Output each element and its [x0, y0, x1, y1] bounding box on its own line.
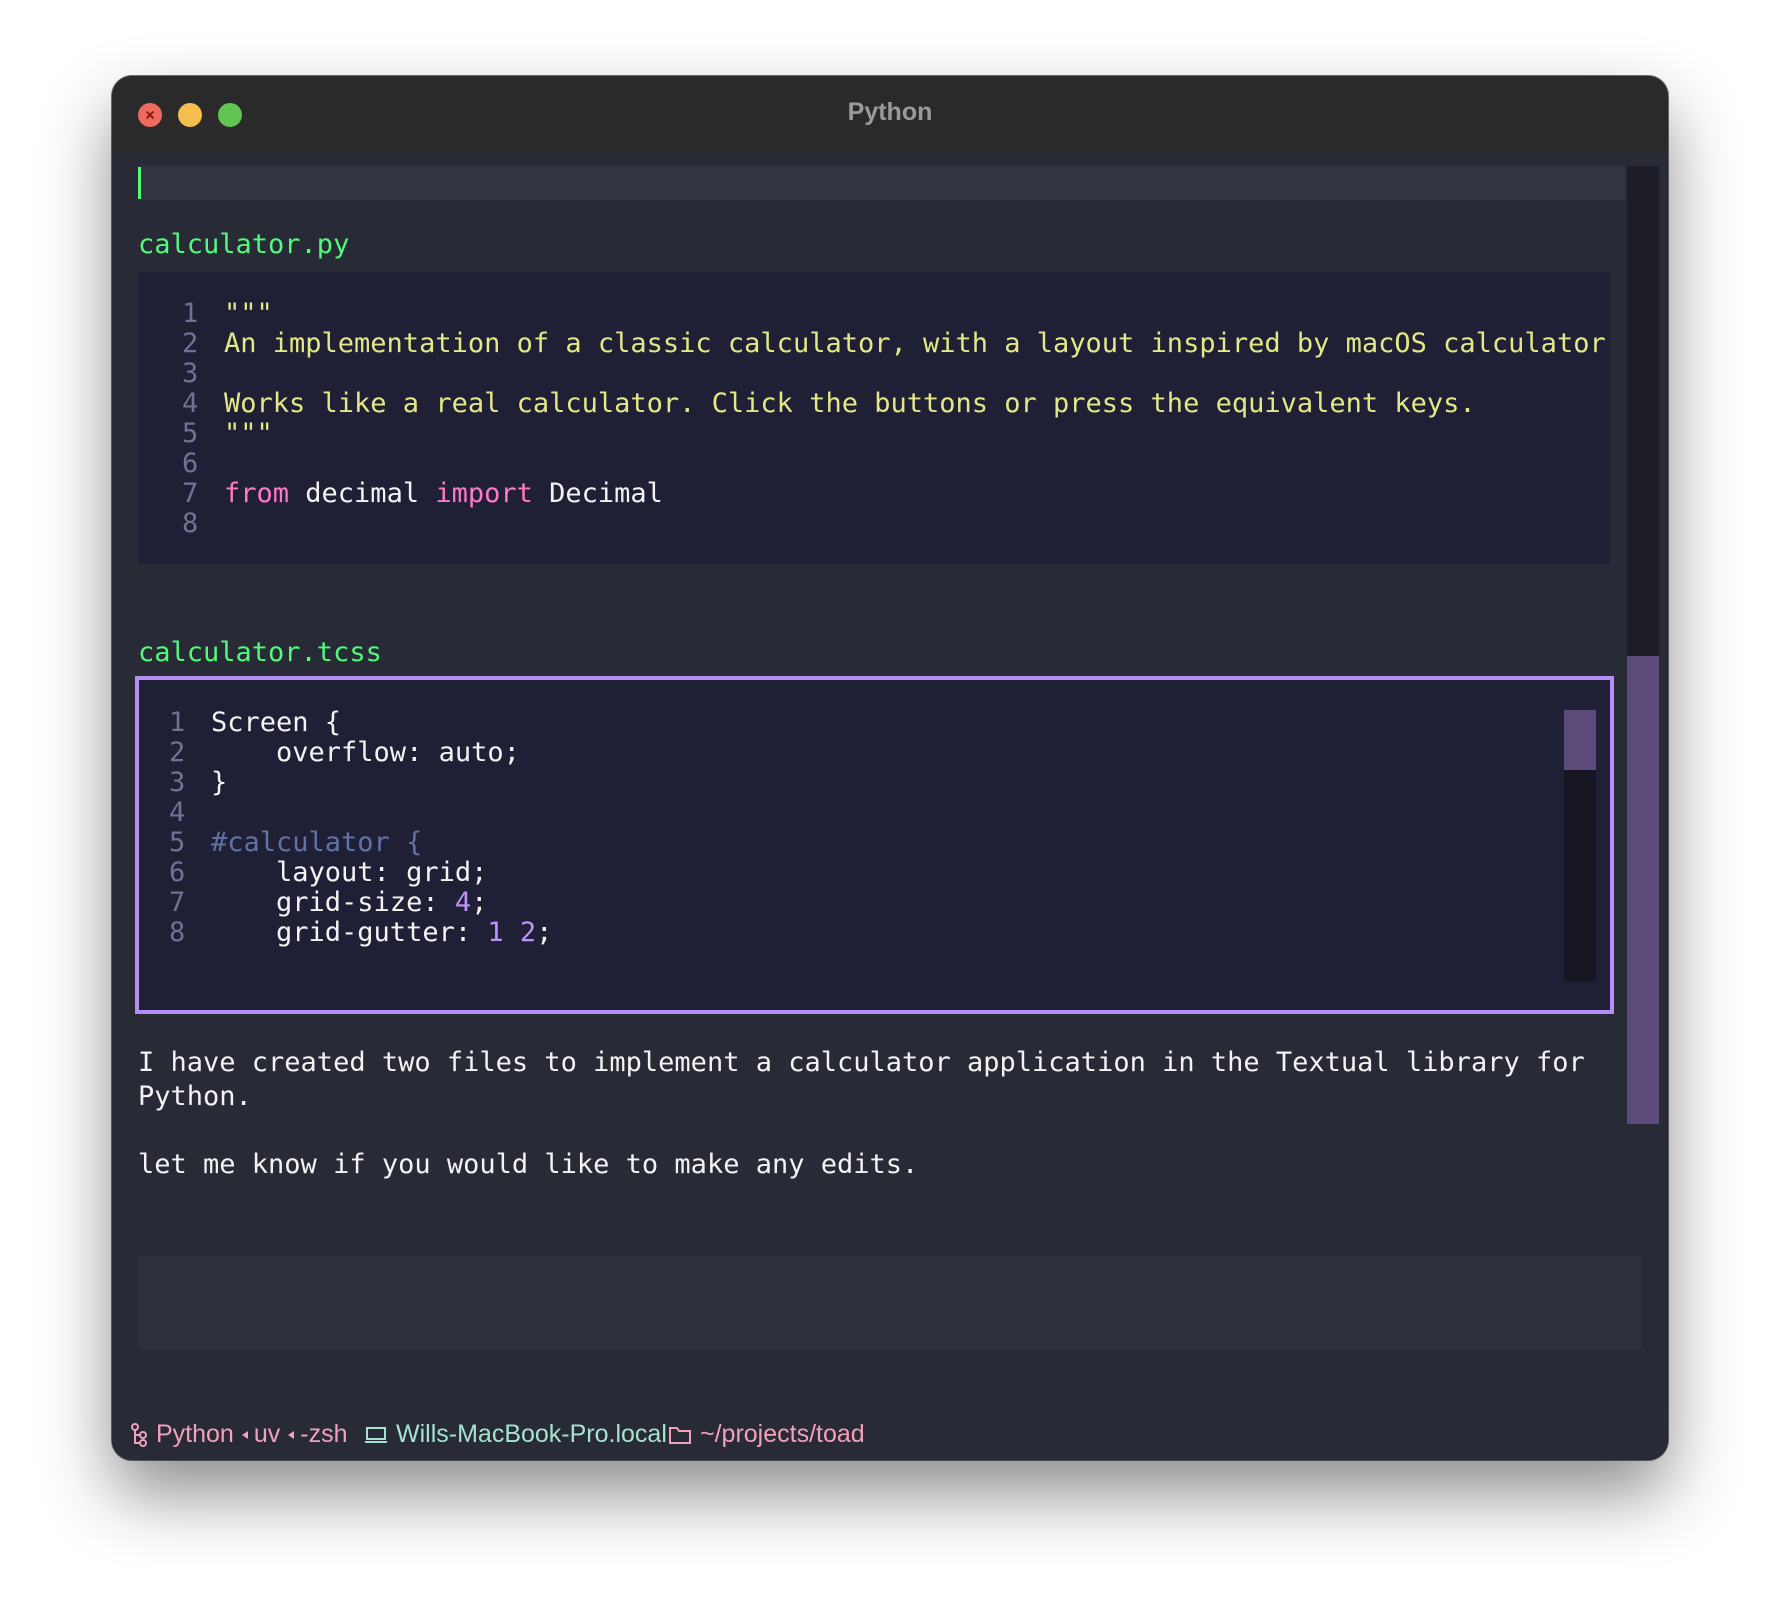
code-token: decimal	[289, 478, 436, 509]
line-number: 6	[182, 448, 199, 479]
code-line: Screen {	[211, 706, 341, 740]
line-number: 4	[182, 388, 199, 419]
process-shell: -zsh	[300, 1420, 348, 1448]
main-scrollbar[interactable]	[1627, 166, 1659, 1124]
code-token: 4	[454, 887, 472, 918]
code-token: }	[211, 767, 228, 798]
main-scrollbar-thumb[interactable]	[1627, 656, 1659, 1124]
line-number: 8	[169, 917, 186, 948]
code-token: grid-gutter:	[211, 917, 488, 948]
process-parent: uv	[253, 1420, 281, 1448]
title-bar: Python	[112, 76, 1668, 152]
code-line: #calculator {	[211, 826, 422, 860]
code-line: }	[211, 766, 227, 800]
laptop-icon	[365, 1426, 387, 1443]
chevron-left-icon	[288, 1430, 295, 1439]
line-number: 1	[182, 298, 199, 329]
code-block-scrollbar-thumb[interactable]	[1564, 710, 1596, 770]
line-number: 5	[169, 827, 186, 858]
line-number: 8	[182, 508, 199, 539]
line-number: 7	[169, 887, 186, 918]
code-token: """	[224, 298, 273, 329]
response-line-1: I have created two files to implement a …	[138, 1047, 1585, 1078]
window-title: Python	[847, 98, 933, 126]
text-cursor	[138, 167, 141, 199]
code-token: #calculator {	[211, 827, 423, 858]
chevron-left-icon	[241, 1430, 248, 1439]
file-name-py: calculator.py	[138, 229, 350, 260]
response-line-2: Python.	[138, 1081, 252, 1112]
code-token: ;	[536, 917, 553, 948]
host-status: Wills-MacBook-Pro.local	[364, 1420, 667, 1449]
path-status: ~/projects/toad	[668, 1420, 865, 1449]
terminal-window: Python calculator.py 1 """ 2 An implementat…	[112, 76, 1668, 1460]
file-name-tcss: calculator.tcss	[138, 637, 382, 668]
line-number: 3	[169, 767, 186, 798]
prompt-line[interactable]	[138, 166, 1625, 200]
code-line: grid-gutter: 1 2;	[211, 916, 552, 950]
code-token: import	[435, 478, 533, 509]
code-line: """	[224, 297, 273, 331]
response-line-3: let me know if you would like to make an…	[138, 1149, 919, 1180]
code-line: Works like a real calculator. Click the …	[224, 387, 1476, 421]
process-name: Python	[156, 1420, 234, 1448]
code-block-py[interactable]: 1 """ 2 An implementation of a classic calc…	[138, 272, 1610, 564]
code-token: An implementation of a classic calculato…	[224, 328, 1606, 359]
process-tree-icon	[131, 1422, 147, 1447]
folder-icon	[669, 1426, 691, 1444]
code-line: grid-size: 4;	[211, 886, 487, 920]
code-line: An implementation of a classic calculato…	[224, 327, 1606, 361]
code-line: from decimal import Decimal	[224, 477, 663, 511]
line-number: 2	[169, 737, 186, 768]
host-name: Wills-MacBook-Pro.local	[396, 1420, 667, 1448]
current-path: ~/projects/toad	[700, 1420, 865, 1448]
code-line: overflow: auto;	[211, 736, 520, 770]
line-number: 2	[182, 328, 199, 359]
code-token: grid-size:	[211, 887, 455, 918]
message-input[interactable]	[138, 1255, 1642, 1349]
line-number: 5	[182, 418, 199, 449]
process-status: Python uv -zsh	[130, 1420, 347, 1449]
line-number: 3	[182, 358, 199, 389]
code-token: Decimal	[532, 478, 663, 509]
code-line: layout: grid;	[211, 856, 487, 890]
line-number: 1	[169, 707, 186, 738]
code-token: ;	[471, 887, 488, 918]
code-token: layout: grid;	[211, 857, 488, 888]
code-block-tcss[interactable]: 1 Screen {2 overflow: auto; 3} 4 5 #calculato…	[135, 676, 1614, 1014]
code-line: """	[224, 417, 273, 451]
code-token: """	[224, 418, 273, 449]
line-number: 6	[169, 857, 186, 888]
status-bar: Python uv -zsh Wills-MacBook-Pro.local ~…	[112, 1410, 1668, 1460]
code-token: Screen {	[211, 707, 342, 738]
code-block-scrollbar[interactable]	[1564, 710, 1596, 982]
code-token: Works like a real calculator. Click the …	[224, 388, 1476, 419]
terminal-content: calculator.py 1 """ 2 An implementation of …	[112, 152, 1668, 1460]
code-token: overflow: auto;	[211, 737, 520, 768]
line-number: 7	[182, 478, 199, 509]
code-token: 1 2	[487, 917, 537, 948]
code-token: from	[224, 478, 290, 509]
line-number: 4	[169, 797, 186, 828]
